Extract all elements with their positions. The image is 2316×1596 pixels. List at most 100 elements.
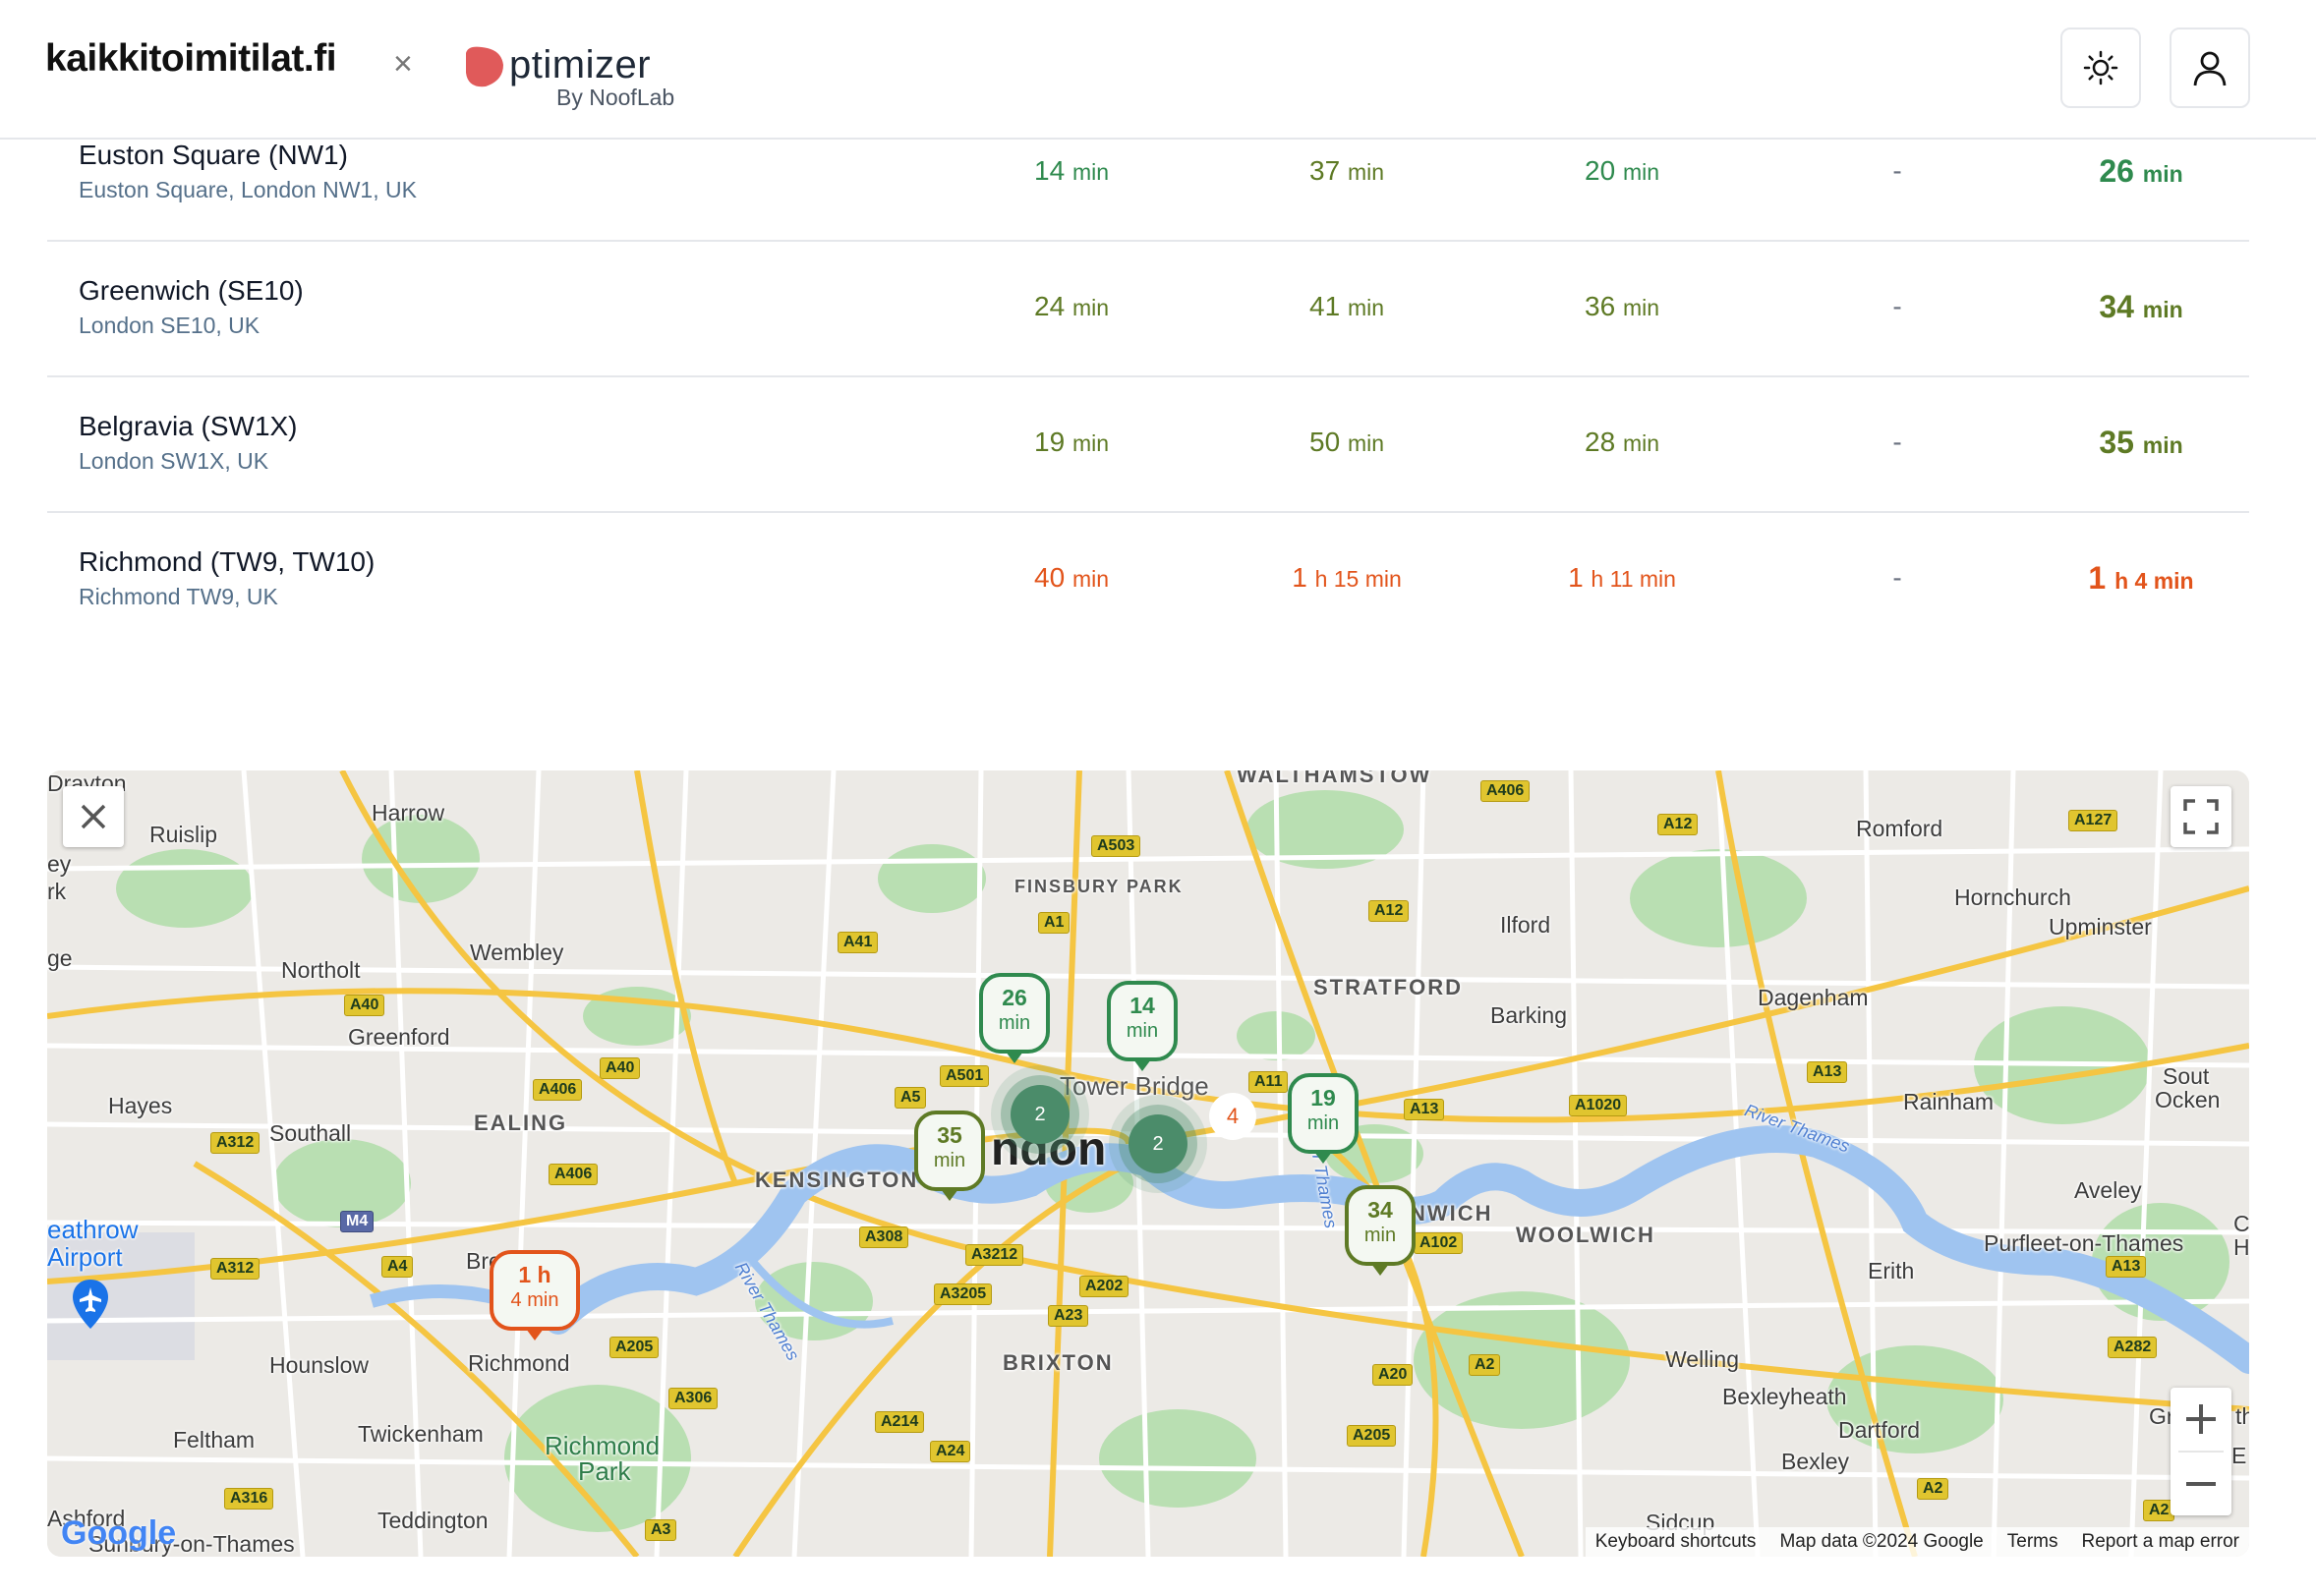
road-shield: A406 xyxy=(549,1164,599,1185)
road-shield: A214 xyxy=(875,1411,925,1433)
map-cluster[interactable]: 2 xyxy=(1011,1085,1070,1144)
travel-time-3: 20 min xyxy=(1585,155,1659,186)
road-shield: A205 xyxy=(1347,1425,1397,1447)
map-label: Northolt xyxy=(281,957,361,983)
terms-link[interactable]: Terms xyxy=(2007,1531,2058,1553)
map-label: Feltham xyxy=(173,1427,256,1453)
road-shield: A202 xyxy=(1079,1276,1129,1297)
map-label: Erith xyxy=(1868,1258,1915,1283)
map-label: Ocken xyxy=(2155,1087,2221,1112)
user-icon xyxy=(2193,51,2227,86)
road-shield: A406 xyxy=(1480,780,1531,802)
road-shield: A1 xyxy=(1038,912,1071,934)
road-shield: A406 xyxy=(533,1079,583,1101)
map-label: EALING xyxy=(474,1111,568,1135)
map-label: rk xyxy=(47,879,67,904)
travel-time-3: 1 h 11 min xyxy=(1568,562,1676,593)
travel-time-2: 41 min xyxy=(1309,291,1384,321)
road-shield: A312 xyxy=(210,1258,261,1280)
map-marker[interactable]: 26 min xyxy=(979,973,1050,1063)
road-shield: A5 xyxy=(895,1087,927,1109)
map-cluster[interactable]: 4 xyxy=(1209,1093,1256,1140)
separator: × xyxy=(393,45,413,83)
sun-icon xyxy=(2083,50,2118,86)
zoom-out-button[interactable] xyxy=(2171,1453,2231,1515)
map-label: Hounslow xyxy=(269,1352,369,1378)
road-shield: A12 xyxy=(1368,900,1410,922)
travel-time-average: 34 min xyxy=(2099,289,2183,324)
road-shield: A312 xyxy=(210,1132,261,1154)
map-label: E xyxy=(2231,1443,2247,1468)
map-label: Welling xyxy=(1665,1346,1739,1372)
road-shield: A1020 xyxy=(1569,1095,1628,1116)
location-address: Richmond TW9, UK xyxy=(79,584,278,609)
map-label: Dartford xyxy=(1838,1417,1921,1443)
app-header: kaikkitoimitilat.fi × ptimizer By NoofLa… xyxy=(0,0,2316,140)
table-row[interactable]: Richmond (TW9, TW10) Richmond TW9, UK 40… xyxy=(47,513,2249,647)
map-label: ey xyxy=(47,851,72,877)
map-label: Southall xyxy=(269,1120,352,1146)
map-cluster[interactable]: 2 xyxy=(1129,1114,1187,1173)
map-marker[interactable]: 34 min xyxy=(1345,1185,1416,1276)
map-label: STRATFORD xyxy=(1313,975,1464,999)
map-marker[interactable]: 19 min xyxy=(1288,1073,1359,1164)
road-shield: A13 xyxy=(1404,1099,1445,1120)
road-shield: A127 xyxy=(2068,810,2118,831)
table-row[interactable]: Greenwich (SE10) London SE10, UK 24 min … xyxy=(47,242,2249,377)
location-name: Belgravia (SW1X) xyxy=(79,411,298,441)
table-row[interactable]: Belgravia (SW1X) London SW1X, UK 19 min … xyxy=(47,377,2249,513)
partner-subtitle: By NoofLab xyxy=(556,85,675,110)
keyboard-shortcuts-link[interactable]: Keyboard shortcuts xyxy=(1595,1531,1757,1553)
map-marker[interactable]: 14 min xyxy=(1107,981,1178,1071)
road-shield: A40 xyxy=(344,995,385,1016)
travel-time-average: 35 min xyxy=(2099,425,2183,460)
report-error-link[interactable]: Report a map error xyxy=(2081,1531,2239,1553)
map-label: Dagenham xyxy=(1758,985,1869,1010)
zoom-in-button[interactable] xyxy=(2171,1388,2231,1451)
road-shield: A12 xyxy=(1657,814,1699,835)
travel-time-1: 24 min xyxy=(1034,291,1109,321)
travel-time-4: - xyxy=(1892,562,1902,593)
road-shield: A316 xyxy=(224,1488,274,1510)
google-logo: Google xyxy=(61,1514,177,1552)
map-label: Hornchurch xyxy=(1954,884,2071,910)
road-shield: A24 xyxy=(930,1441,971,1462)
map-label: Upminster xyxy=(2049,914,2152,940)
fullscreen-button[interactable] xyxy=(2171,786,2231,847)
location-name: Richmond (TW9, TW10) xyxy=(79,546,376,577)
road-shield: A282 xyxy=(2108,1337,2158,1358)
brand-logo[interactable]: kaikkitoimitilat.fi xyxy=(45,37,337,81)
road-shield: A102 xyxy=(1414,1232,1464,1254)
map-label: Purfleet-on-Thames xyxy=(1984,1230,2184,1256)
map-marker[interactable]: 1 h4 min xyxy=(490,1250,580,1340)
travel-time-3: 28 min xyxy=(1585,427,1659,457)
road-shield: A205 xyxy=(609,1337,660,1358)
map-marker[interactable]: 35 min xyxy=(914,1111,985,1201)
road-shield: A308 xyxy=(859,1226,909,1248)
map-label: Aveley xyxy=(2074,1177,2142,1203)
travel-time-2: 37 min xyxy=(1309,155,1384,186)
account-button[interactable] xyxy=(2170,28,2250,108)
road-shield: A3205 xyxy=(934,1283,993,1305)
map-label: eathrow xyxy=(47,1215,139,1244)
map[interactable]: WALTHAMSTOW Harrow Ruislip Romford Hornc… xyxy=(47,770,2249,1557)
map-label: Sout xyxy=(2163,1063,2210,1089)
map-label: Ruislip xyxy=(149,822,218,847)
map-label: Airport xyxy=(47,1242,123,1272)
map-label: Bexley xyxy=(1781,1449,1850,1474)
travel-time-1: 14 min xyxy=(1034,155,1109,186)
theme-toggle-button[interactable] xyxy=(2060,28,2141,108)
road-shield: A41 xyxy=(838,932,879,953)
map-label: Teddington xyxy=(377,1508,489,1533)
map-label: FINSBURY PARK xyxy=(1014,877,1184,896)
close-map-button[interactable] xyxy=(63,786,124,847)
road-shield: A11 xyxy=(1248,1071,1289,1093)
road-shield: A13 xyxy=(2106,1256,2147,1278)
travel-time-3: 36 min xyxy=(1585,291,1659,321)
map-label: Ilford xyxy=(1500,912,1551,938)
map-label: Greenford xyxy=(348,1024,450,1050)
map-data-credit: Map data ©2024 Google xyxy=(1779,1531,1984,1552)
map-label: Tower Bridge xyxy=(1060,1071,1209,1101)
road-shield: A501 xyxy=(940,1065,990,1087)
airport-icon xyxy=(73,1280,108,1329)
